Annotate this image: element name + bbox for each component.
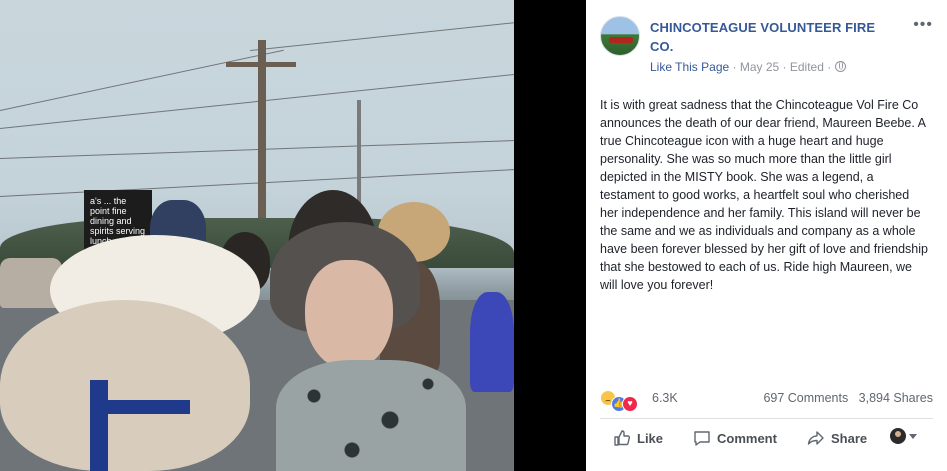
power-line <box>249 21 514 51</box>
share-arrow-icon <box>807 431 824 445</box>
user-avatar <box>890 428 906 444</box>
horse-bridle <box>90 380 108 471</box>
woman-with-phone <box>470 292 514 392</box>
chevron-down-icon <box>909 433 917 439</box>
power-line <box>0 73 514 129</box>
share-label: Share <box>831 430 868 446</box>
love-icon[interactable]: ♥ <box>622 396 638 412</box>
reactions-bar: 👍 ♥ 6.3K 697 Comments 3,894 Shares <box>600 388 933 412</box>
comments-count[interactable]: 697 Comments <box>763 391 848 405</box>
post-panel: CHINCOTEAGUE VOLUNTEER FIRE CO. ••• Like… <box>586 0 947 471</box>
comment-button[interactable]: Comment <box>692 428 777 448</box>
power-line <box>0 168 514 197</box>
shares-count[interactable]: 3,894 Shares <box>859 391 933 405</box>
utility-pole-crossarm <box>226 62 296 67</box>
actions-divider <box>600 418 933 419</box>
post-actions: Like Comment Share <box>600 426 933 450</box>
engagement-counts: 697 Comments 3,894 Shares <box>763 391 933 405</box>
reaction-icons[interactable]: 👍 ♥ <box>600 390 638 412</box>
page-avatar[interactable] <box>600 16 640 56</box>
meta-separator: · <box>779 60 790 74</box>
meta-separator: · <box>823 60 835 74</box>
meta-separator: · <box>729 60 740 74</box>
power-line <box>0 139 514 159</box>
horse-bridle-strap <box>90 400 190 414</box>
post-header: CHINCOTEAGUE VOLUNTEER FIRE CO. ••• Like… <box>600 16 933 76</box>
fire-truck-icon <box>609 37 633 43</box>
post-photo[interactable]: a's ... the point fine dining and spirit… <box>0 0 514 471</box>
globe-icon[interactable] <box>834 61 846 72</box>
reaction-identity-selector[interactable] <box>890 428 917 444</box>
post-date[interactable]: May 25 <box>740 60 779 74</box>
more-options-icon[interactable]: ••• <box>913 16 933 34</box>
post-meta: Like This Page · May 25 · Edited · <box>650 60 846 74</box>
post-body-text: It is with great sadness that the Chinco… <box>600 98 928 292</box>
reactions-count[interactable]: 6.3K <box>652 391 678 405</box>
woman-floral-shirt <box>276 360 466 471</box>
post-photo-container[interactable]: a's ... the point fine dining and spirit… <box>0 0 514 471</box>
thumbs-up-icon <box>614 430 631 446</box>
comment-label: Comment <box>717 430 777 446</box>
white-horse <box>0 300 250 471</box>
comment-icon <box>694 431 710 446</box>
woman-face <box>305 260 393 370</box>
like-label: Like <box>637 430 664 446</box>
page-name-link[interactable]: CHINCOTEAGUE VOLUNTEER FIRE CO. <box>650 18 900 56</box>
like-button[interactable]: Like <box>612 428 663 448</box>
share-button[interactable]: Share <box>806 428 867 448</box>
edited-label[interactable]: Edited <box>790 60 824 74</box>
like-page-link[interactable]: Like This Page <box>650 60 729 74</box>
